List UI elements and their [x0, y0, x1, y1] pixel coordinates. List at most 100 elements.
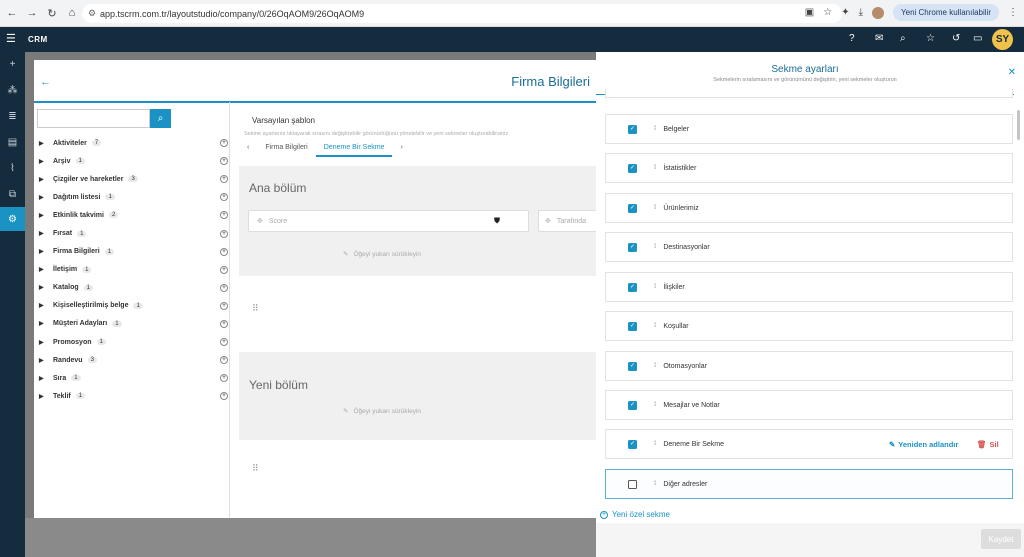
- caret-right-icon[interactable]: ▶: [39, 302, 53, 309]
- section-drag-handle-icon[interactable]: ⠿: [252, 463, 259, 474]
- drag-handle-icon[interactable]: ⁞⁞: [654, 126, 657, 132]
- tree-item[interactable]: ▶ Randevu 3 +: [39, 351, 228, 369]
- chrome-update-button[interactable]: Yeni Chrome kullanılabilir: [893, 4, 999, 21]
- delete-button[interactable]: 🗑 Sil: [977, 440, 999, 449]
- tab-row[interactable]: ✓ ⁞⁞ İstatistikler: [605, 153, 1013, 183]
- tab-next-icon[interactable]: ›: [392, 144, 410, 151]
- caret-right-icon[interactable]: ▶: [39, 230, 53, 237]
- caret-right-icon[interactable]: ▶: [39, 248, 53, 255]
- caret-right-icon[interactable]: ▶: [39, 284, 53, 291]
- tree-search-input[interactable]: [37, 109, 150, 128]
- add-circle-icon[interactable]: +: [220, 175, 228, 184]
- tree-item[interactable]: ▶ Kişiselleştirilmiş belge 1 +: [39, 297, 228, 315]
- add-circle-icon[interactable]: +: [220, 139, 228, 148]
- mail-icon[interactable]: ✉: [875, 33, 883, 44]
- extensions-icon[interactable]: ✦: [841, 7, 849, 18]
- tree-item[interactable]: ▶ Arşiv 1 +: [39, 152, 228, 170]
- add-circle-icon[interactable]: +: [220, 193, 228, 202]
- drag-handle-icon[interactable]: ⁞⁞: [654, 284, 657, 290]
- drag-handle-icon[interactable]: ⁞⁞: [654, 402, 657, 408]
- add-circle-icon[interactable]: +: [220, 338, 228, 347]
- tab-row[interactable]: ✓ ⁞⁞ Ürünlerimiz: [605, 193, 1013, 223]
- drag-handle-icon[interactable]: ⁞⁞: [654, 244, 657, 250]
- back-icon[interactable]: ←: [4, 7, 20, 19]
- tab-row[interactable]: ✓ ⁞⁞ Mesajlar ve Notlar: [605, 390, 1013, 420]
- nav-window-icon[interactable]: ⧉: [0, 182, 25, 206]
- drag-handle-icon[interactable]: ⁞⁞: [654, 363, 657, 369]
- add-circle-icon[interactable]: +: [220, 283, 228, 292]
- nav-chart-icon[interactable]: ⌇: [0, 156, 25, 180]
- tree-item[interactable]: ▶ Çizgiler ve hareketler 3 +: [39, 170, 228, 188]
- tree-item[interactable]: ▶ Dağıtım listesi 1 +: [39, 188, 228, 206]
- caret-right-icon[interactable]: ▶: [39, 375, 53, 382]
- tab-row[interactable]: ✓ ⁞⁞ Otomasyonlar: [605, 351, 1013, 381]
- save-button[interactable]: Kaydet: [981, 529, 1021, 549]
- tab-row[interactable]: ✓ ⁞⁞ Destinasyonlar: [605, 232, 1013, 262]
- score-field[interactable]: ✥ Score ⛊: [248, 210, 529, 232]
- profile-avatar[interactable]: [872, 6, 885, 19]
- rename-button[interactable]: ✎ Yeniden adlandır: [889, 440, 958, 449]
- tree-item[interactable]: ▶ Firma Bilgileri 1 +: [39, 243, 228, 261]
- nav-add-icon[interactable]: +: [0, 52, 25, 76]
- tab-firma-bilgileri[interactable]: Firma Bilgileri: [257, 144, 315, 151]
- add-circle-icon[interactable]: +: [220, 265, 228, 274]
- tab-prev-icon[interactable]: ‹: [239, 144, 257, 151]
- add-circle-icon[interactable]: +: [220, 392, 228, 401]
- tab-visibility-checkbox[interactable]: ✓: [628, 439, 637, 449]
- tab-visibility-checkbox[interactable]: ✓: [628, 124, 637, 134]
- card-icon[interactable]: ▭: [973, 33, 982, 44]
- drag-handle-icon[interactable]: ⁞⁞: [654, 481, 657, 487]
- caret-right-icon[interactable]: ▶: [39, 393, 53, 400]
- tab-row[interactable]: ✓ ⁞⁞ İlişkiler: [605, 272, 1013, 302]
- nav-settings-icon[interactable]: ⚙: [0, 207, 25, 231]
- caret-right-icon[interactable]: ▶: [39, 339, 53, 346]
- home-icon[interactable]: ⌂: [64, 7, 80, 19]
- tab-row[interactable]: ⁞⁞ Diğer adresler: [605, 469, 1013, 499]
- section-drag-handle-icon[interactable]: ⠿: [252, 303, 259, 314]
- tree-item[interactable]: ▶ Teklif 1 +: [39, 387, 228, 405]
- tab-row[interactable]: ✓ ⁞⁞ Koşullar: [605, 311, 1013, 341]
- search-icon[interactable]: ⌕: [900, 33, 906, 44]
- tab-row[interactable]: ✓ ⁞⁞ Belgeler: [605, 114, 1013, 144]
- partial-field[interactable]: ✥ Tarafında: [538, 210, 604, 232]
- add-circle-icon[interactable]: +: [220, 356, 228, 365]
- history-icon[interactable]: ↺: [952, 33, 960, 44]
- back-arrow-icon[interactable]: ←: [40, 76, 51, 88]
- tree-item[interactable]: ▶ Aktiviteler 7 +: [39, 134, 228, 152]
- new-custom-tab-button[interactable]: + Yeni özel sekme: [600, 510, 670, 519]
- tab-visibility-checkbox[interactable]: ✓: [628, 282, 637, 292]
- drag-handle-icon[interactable]: ⁞⁞: [654, 441, 657, 447]
- caret-right-icon[interactable]: ▶: [39, 176, 53, 183]
- tree-item[interactable]: ▶ İletişim 1 +: [39, 261, 228, 279]
- tab-visibility-checkbox[interactable]: ✓: [628, 361, 637, 371]
- drag-handle-icon[interactable]: ⁞⁞: [654, 323, 657, 329]
- download-icon[interactable]: ⤓: [859, 7, 863, 18]
- bookmark-star-icon[interactable]: ☆: [823, 7, 832, 18]
- caret-right-icon[interactable]: ▶: [39, 320, 53, 327]
- tab-row[interactable]: ✓ ⁞⁞ Deneme Bir Sekme ✎ Yeniden adlandır 🗑 Sil: [605, 429, 1013, 459]
- add-circle-icon[interactable]: +: [220, 229, 228, 238]
- add-circle-icon[interactable]: +: [220, 319, 228, 328]
- caret-right-icon[interactable]: ▶: [39, 140, 53, 147]
- site-settings-icon[interactable]: ⚙: [88, 8, 96, 19]
- add-circle-icon[interactable]: +: [220, 301, 228, 310]
- tab-visibility-checkbox[interactable]: ✓: [628, 400, 637, 410]
- caret-right-icon[interactable]: ▶: [39, 158, 53, 165]
- drag-handle-icon[interactable]: ⁞⁞: [654, 165, 657, 171]
- add-circle-icon[interactable]: +: [220, 157, 228, 166]
- nav-inbox-icon[interactable]: ▤: [0, 130, 25, 154]
- tab-deneme-bir-sekme[interactable]: Deneme Bir Sekme: [315, 138, 393, 157]
- search-button[interactable]: ⌕: [150, 109, 171, 128]
- nav-network-icon[interactable]: ⁂: [0, 78, 25, 102]
- nav-list-icon[interactable]: ≣: [0, 104, 25, 128]
- tab-visibility-checkbox[interactable]: ✓: [628, 242, 637, 252]
- caret-right-icon[interactable]: ▶: [39, 194, 53, 201]
- tab-visibility-checkbox[interactable]: [628, 479, 637, 489]
- add-circle-icon[interactable]: +: [220, 211, 228, 220]
- tree-item[interactable]: ▶ Etkinlik takvimi 2 +: [39, 206, 228, 224]
- panel-scrollbar[interactable]: [1017, 110, 1020, 140]
- tab-visibility-checkbox[interactable]: ✓: [628, 203, 637, 213]
- favorite-icon[interactable]: ☆: [926, 33, 935, 44]
- add-circle-icon[interactable]: +: [220, 374, 228, 383]
- tree-item[interactable]: ▶ Müşteri Adayları 1 +: [39, 315, 228, 333]
